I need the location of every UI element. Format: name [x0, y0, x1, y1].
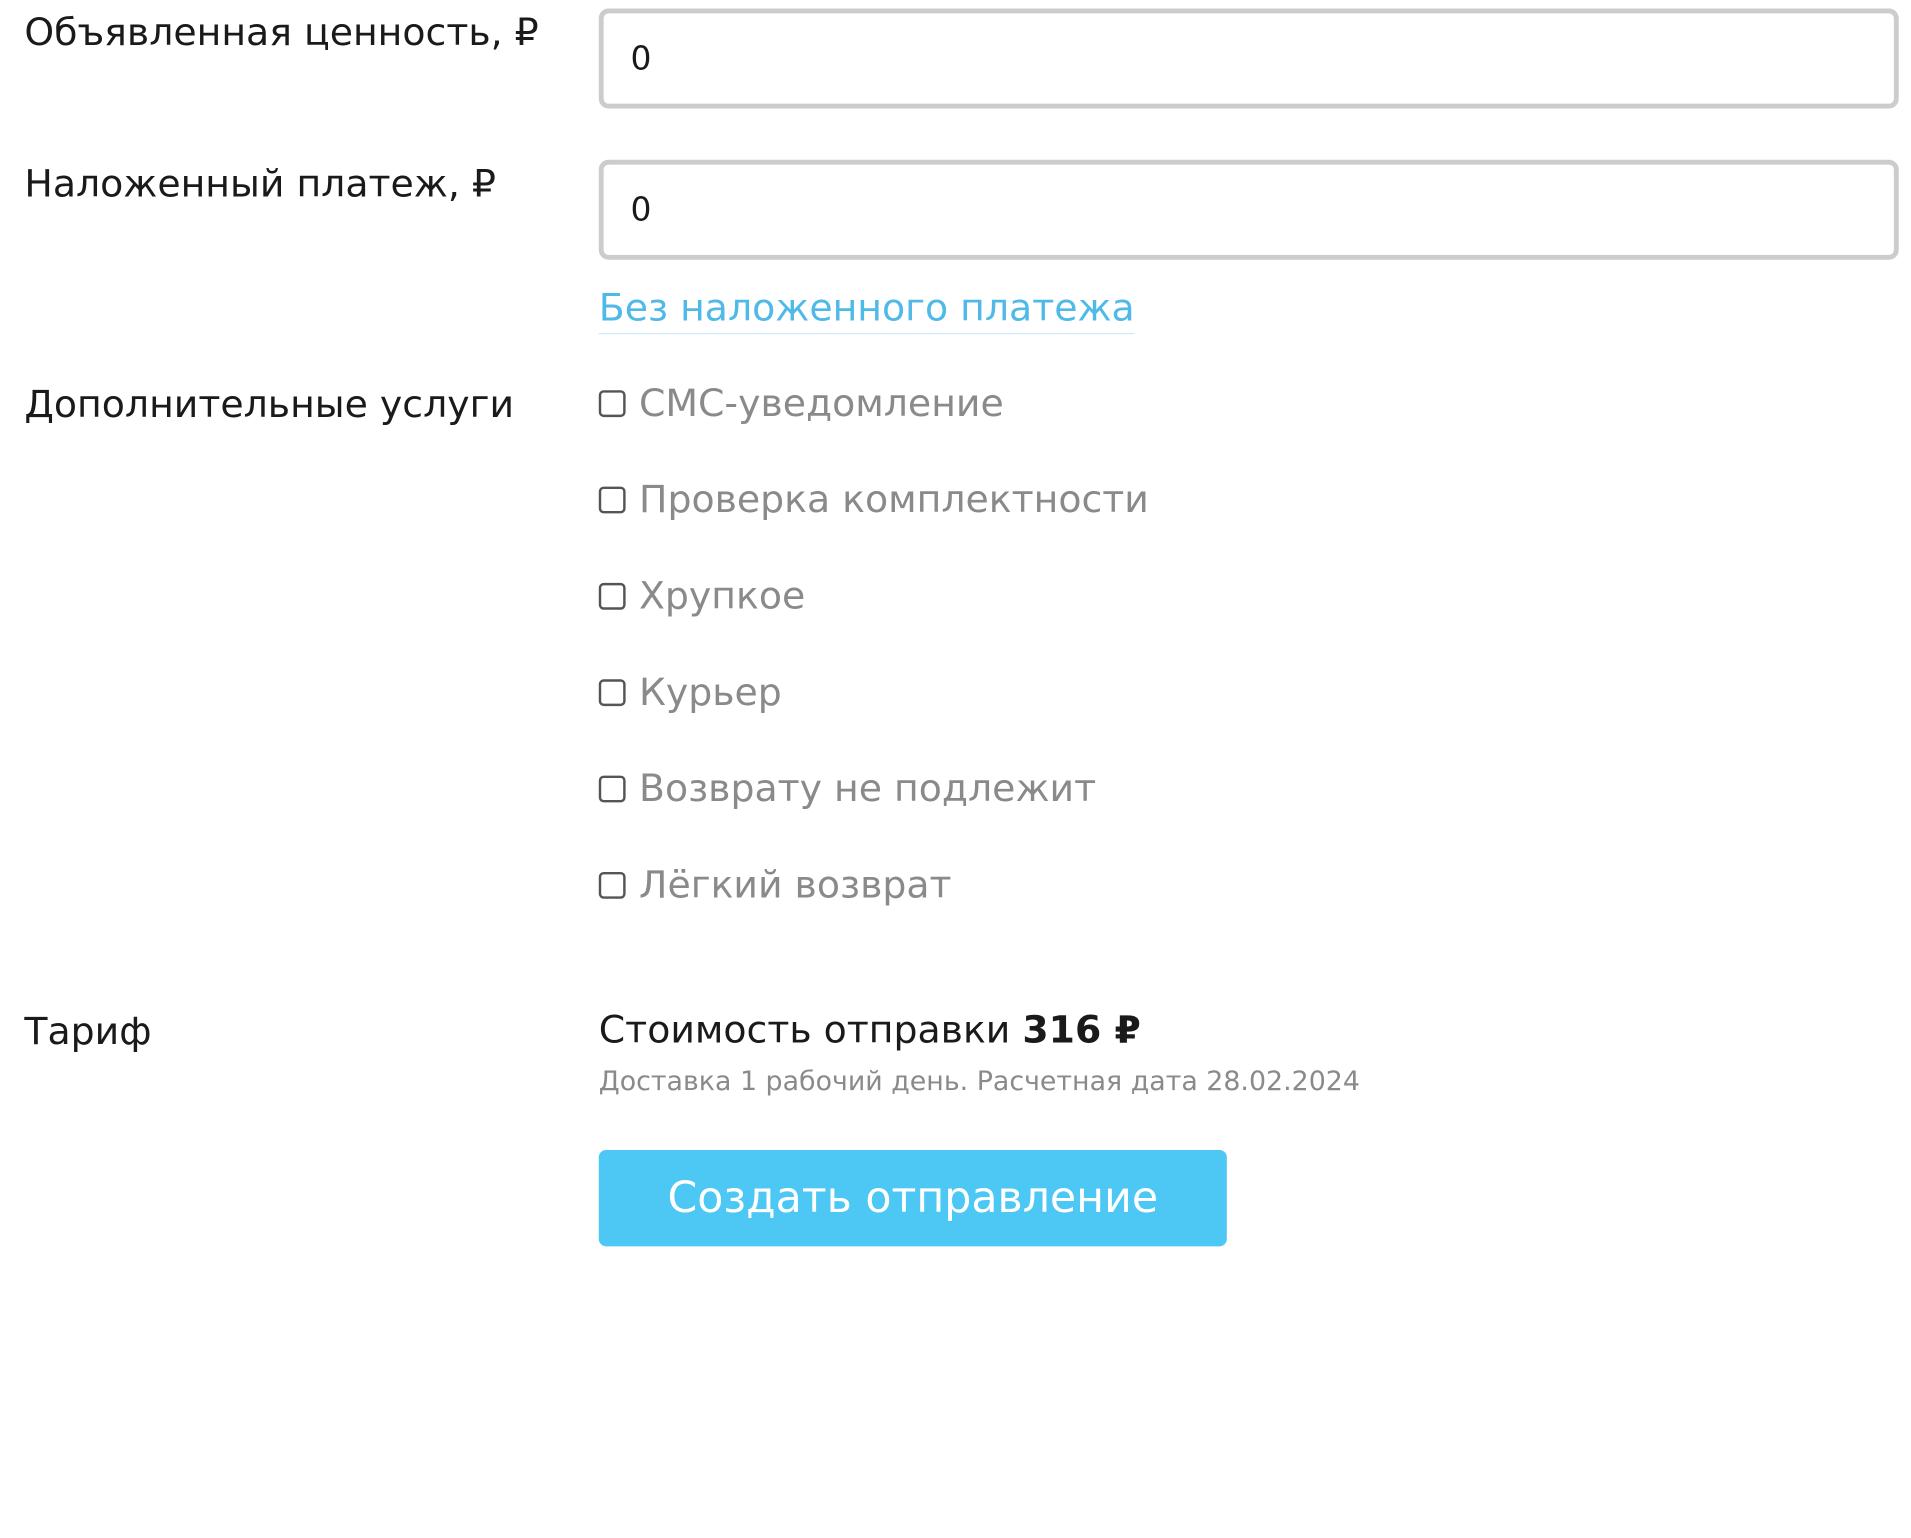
checkbox-icon[interactable]: [598, 679, 626, 707]
shipping-cost: Стоимость отправки 316 ₽: [599, 1007, 1141, 1053]
service-option-label: Курьер: [639, 670, 782, 715]
delivery-note: Доставка 1 рабочий день. Расчетная дата …: [598, 1067, 1360, 1098]
no-cod-link[interactable]: Без наложенного платежа: [598, 285, 1135, 335]
service-option-label: Хрупкое: [639, 574, 806, 619]
service-option-label: Проверка комплектности: [639, 478, 1149, 522]
declared-value-label: Объявленная ценность, ₽: [24, 10, 539, 55]
service-option-sms[interactable]: СМС-уведомление: [598, 379, 1004, 428]
service-option-courier[interactable]: Курьер: [598, 668, 782, 717]
service-option-label: СМС-уведомление: [639, 381, 1004, 426]
shipping-cost-value: 316 ₽: [1022, 1008, 1141, 1053]
checkbox-icon[interactable]: [598, 390, 626, 418]
tariff-label: Тариф: [24, 1009, 152, 1054]
checkbox-icon[interactable]: [598, 871, 626, 899]
declared-value-input[interactable]: [598, 8, 1899, 109]
checkbox-icon[interactable]: [598, 486, 626, 514]
service-option-label: Возврату не подлежит: [639, 767, 1097, 811]
cod-payment-label: Наложенный платеж, ₽: [24, 162, 496, 207]
checkbox-icon[interactable]: [598, 775, 626, 803]
shipping-cost-prefix: Стоимость отправки: [598, 1008, 1023, 1053]
service-option-fragile[interactable]: Хрупкое: [598, 572, 806, 621]
service-option-label: Лёгкий возврат: [639, 863, 952, 908]
shipment-form: Объявленная ценность, ₽ Наложенный плате…: [0, 0, 1911, 1538]
service-option-completeness-check[interactable]: Проверка комплектности: [598, 476, 1149, 525]
service-option-easy-return[interactable]: Лёгкий возврат: [598, 861, 952, 910]
checkbox-icon[interactable]: [598, 582, 626, 610]
extra-services-label: Дополнительные услуги: [24, 382, 515, 427]
service-option-non-returnable[interactable]: Возврату не подлежит: [598, 765, 1097, 814]
cod-payment-input[interactable]: [598, 159, 1899, 260]
create-shipment-button[interactable]: Создать отправление: [598, 1149, 1227, 1247]
